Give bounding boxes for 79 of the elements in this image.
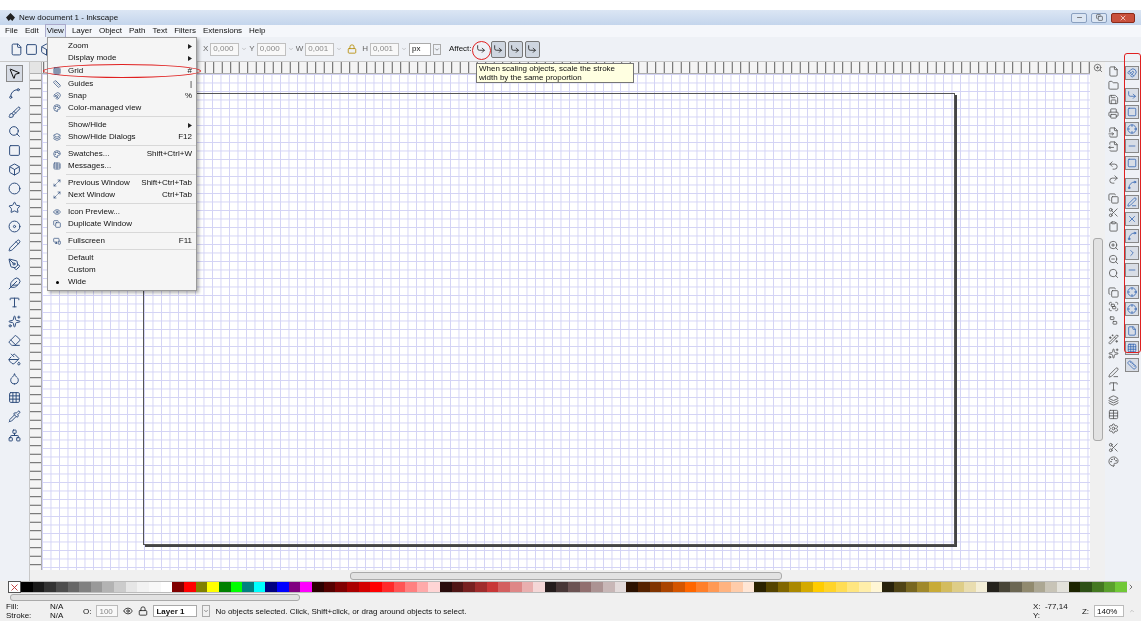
menu-label: Show/Hide — [68, 119, 108, 131]
menu-entry[interactable]: Icon Preview... — [48, 206, 196, 218]
shortcut: Ctrl+Tab — [162, 189, 192, 201]
menu-label: Color-managed view — [68, 102, 143, 114]
menu-label: Custom — [68, 264, 97, 276]
field-label: W — [295, 43, 304, 55]
menu-entry[interactable]: Swatches... Shift+Ctrl+W — [48, 148, 196, 160]
number-field[interactable]: 0,000 — [256, 42, 286, 56]
zoom-field[interactable]: 140% — [1094, 605, 1124, 617]
layer-select[interactable]: Layer 1 — [153, 605, 198, 617]
menu-label: Swatches... — [68, 148, 111, 160]
menu-entry[interactable]: Default — [48, 252, 196, 264]
menu-label: Grid — [68, 65, 85, 77]
field-label: Y — [249, 43, 255, 55]
shortcut: Shift+Ctrl+W — [146, 148, 192, 160]
shortcut: F12 — [178, 131, 192, 143]
menu-entry[interactable]: Messages... — [48, 160, 196, 172]
number-field[interactable]: 0,000 — [210, 42, 240, 56]
tooltip: When scaling objects, scale the stroke width by the same proportion — [476, 63, 634, 83]
menu-entry[interactable]: Show/Hide Dialogs F12 — [48, 131, 196, 143]
number-field[interactable]: 0,001 — [370, 42, 400, 56]
unit-select[interactable]: px — [409, 42, 432, 56]
fill-label: Fill: — [6, 602, 20, 611]
menu-entry[interactable]: Duplicate Window — [48, 218, 196, 230]
menu-label: Icon Preview... — [68, 206, 122, 218]
menu-item[interactable]: Filters — [173, 25, 197, 37]
menu-item[interactable]: Path — [128, 25, 147, 37]
menu-item[interactable]: Extensions — [201, 25, 244, 37]
stroke-label: Stroke: — [6, 611, 33, 620]
shortcut: F11 — [178, 235, 192, 247]
window-title: New document 1 - Inkscape — [19, 11, 119, 24]
stroke-value: N/A — [50, 611, 65, 620]
number-field[interactable]: 0,001 — [305, 42, 335, 56]
shortcut: Shift+Ctrl+Tab — [141, 177, 192, 189]
menu-entry[interactable]: Next Window Ctrl+Tab — [48, 189, 196, 201]
menu-label: Fullscreen — [68, 235, 106, 247]
menu-label: Next Window — [68, 189, 117, 201]
x-label: X: — [1032, 602, 1042, 611]
affect-label: Affect: — [449, 43, 472, 55]
opacity-field[interactable]: 100 — [96, 605, 119, 617]
menu-entry[interactable]: Display mode — [48, 52, 196, 64]
menu-item[interactable]: File — [4, 25, 19, 37]
menu-label: Messages... — [68, 160, 113, 172]
menu-label: Default — [68, 252, 95, 264]
menu-item[interactable]: Text — [151, 25, 169, 37]
field-label: H — [362, 43, 369, 55]
menu-entry[interactable]: Show/Hide — [48, 119, 196, 131]
menu-entry[interactable]: Previous Window Shift+Ctrl+Tab — [48, 177, 196, 189]
shortcut: # — [187, 65, 192, 77]
field-label: X — [203, 43, 209, 55]
menu-label: Duplicate Window — [68, 218, 134, 230]
menu-label: Show/Hide Dialogs — [68, 131, 137, 143]
shortcut: % — [184, 90, 192, 102]
menu-entry[interactable]: Zoom — [48, 40, 196, 52]
menu-item[interactable]: Help — [248, 25, 267, 37]
menu-label: Wide — [68, 276, 88, 288]
opacity-label: O: — [83, 606, 92, 616]
menu-item[interactable]: Edit — [23, 25, 40, 37]
menu-item[interactable]: Layer — [70, 25, 93, 37]
menu-entry[interactable]: Fullscreen F11 — [48, 235, 196, 247]
menu-entry[interactable]: Grid # — [48, 65, 196, 77]
menu-entry[interactable]: Custom — [48, 264, 196, 276]
menu-label: Guides — [68, 78, 95, 90]
fill-value: N/A — [50, 602, 65, 611]
shortcut: | — [189, 78, 192, 90]
y-label: Y: — [1032, 611, 1041, 620]
zoom-label: Z: — [1081, 606, 1089, 616]
menu-item[interactable]: Object — [97, 25, 124, 37]
status-message: No objects selected. Click, Shift+click, or drag around objects to select. — [215, 606, 467, 616]
x-value: -77,14 — [1044, 602, 1069, 611]
menu-entry[interactable]: Wide — [48, 276, 196, 288]
menu-label: Display mode — [68, 52, 118, 64]
menu-label: Zoom — [68, 40, 90, 52]
menu-label: Snap — [68, 90, 88, 102]
menu-entry[interactable]: Guides | — [48, 78, 196, 90]
menu-entry[interactable]: Color-managed view — [48, 102, 196, 114]
menu-item[interactable]: View — [44, 24, 66, 38]
menu-entry[interactable]: Snap % — [48, 90, 196, 102]
menu-label: Previous Window — [68, 177, 131, 189]
